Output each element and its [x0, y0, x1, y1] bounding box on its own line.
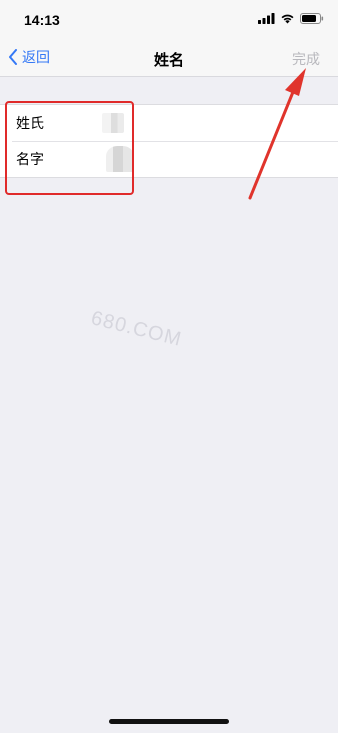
- page-title: 姓名: [153, 52, 184, 69]
- last-name-input[interactable]: [102, 113, 124, 133]
- watermark: 680.COM: [88, 307, 185, 351]
- battery-icon: [300, 13, 324, 24]
- first-name-row[interactable]: 名字: [0, 141, 338, 177]
- signal-icon: [258, 13, 275, 24]
- nav-bar: 返回 姓名 完成: [0, 40, 338, 77]
- status-time: 14:13: [24, 12, 60, 28]
- home-indicator[interactable]: [109, 719, 229, 724]
- last-name-row[interactable]: 姓氏: [0, 105, 338, 141]
- done-button[interactable]: 完成: [292, 49, 320, 69]
- status-bar: 14:13: [0, 0, 338, 40]
- wifi-icon: [281, 14, 294, 24]
- first-name-label: 名字: [16, 151, 44, 167]
- last-name-label: 姓氏: [16, 115, 44, 131]
- first-name-input[interactable]: [106, 146, 134, 172]
- screen: 14:13 返回 姓名 完成 姓氏 名字 680.COM: [0, 0, 338, 733]
- name-form: 姓氏 名字: [0, 104, 338, 178]
- status-icons: [258, 13, 324, 24]
